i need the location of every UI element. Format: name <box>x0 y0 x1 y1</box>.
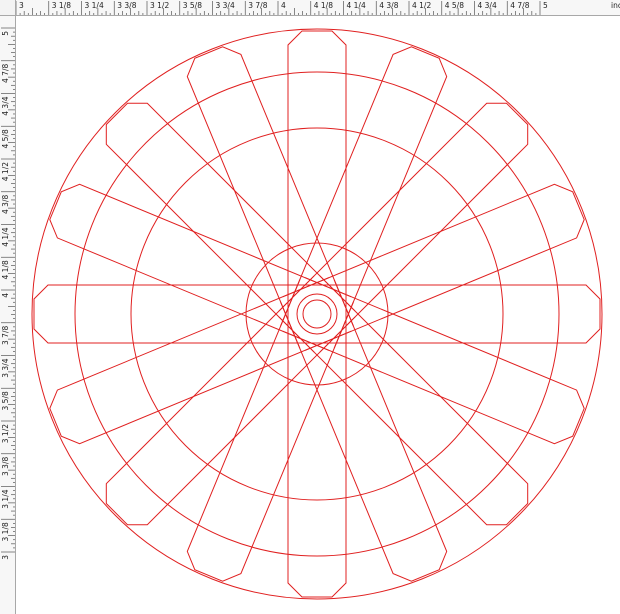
ruler-label: 4 1/8 <box>314 1 333 10</box>
ruler-label: 4 1/8 <box>1 260 10 279</box>
drawing-canvas[interactable] <box>16 16 620 614</box>
ruler-label: 4 7/8 <box>1 64 10 83</box>
ruler-label: 4 3/8 <box>1 195 10 214</box>
spoke-bar[interactable] <box>282 277 585 445</box>
ruler-label: 4 5/8 <box>1 129 10 148</box>
spoke-bar[interactable] <box>278 102 529 353</box>
spoke-bar[interactable] <box>280 279 448 582</box>
ruler-label: 4 3/4 <box>1 96 10 115</box>
ruler-label: 3 1/8 <box>52 1 71 10</box>
spoke-bar[interactable] <box>49 183 352 351</box>
ruler-label: 4 <box>1 293 10 298</box>
ruler-label: 5 <box>1 31 10 36</box>
ruler-label: 4 1/2 <box>412 1 431 10</box>
ruler-label: 3 7/8 <box>248 1 267 10</box>
ruler-label: 3 1/2 <box>150 1 169 10</box>
ruler-label: 3 1/4 <box>85 1 104 10</box>
ruler-label: 3 <box>19 1 24 10</box>
ruler-label: 3 1/4 <box>1 489 10 508</box>
horizontal-ruler-scale: 3 3 1/8 3 1/4 3 3/8 3 1/2 3 5/8 3 3/4 3 7/8 4 4 1… <box>16 1 620 15</box>
ruler-label: 3 1/8 <box>1 522 10 541</box>
axle-circle-inner[interactable] <box>302 299 332 329</box>
ruler-corner <box>0 0 16 16</box>
spoke-bar[interactable] <box>105 102 356 353</box>
rim-circle[interactable] <box>74 71 560 557</box>
wheel-drawing[interactable] <box>16 16 620 614</box>
vertical-ruler-scale: 5 4 7/8 4 3/4 4 5/8 4 1/2 4 3/8 4 1/4 4 1/8 4 3 7… <box>1 27 15 560</box>
ruler-label: 3 7/8 <box>1 326 10 345</box>
vertical-ruler[interactable]: 5 4 7/8 4 3/4 4 5/8 4 1/2 4 3/8 4 1/4 4 1/8 4 3 7… <box>0 16 16 614</box>
middle-circle[interactable] <box>130 127 504 501</box>
ruler-label: 4 1/4 <box>1 227 10 246</box>
spoke-bar[interactable] <box>186 46 354 349</box>
ruler-label: 5 <box>543 1 548 10</box>
spoke-bar[interactable] <box>49 277 352 445</box>
spoke-bar[interactable] <box>278 275 529 526</box>
ruler-label: 4 3/8 <box>379 1 398 10</box>
spoke-bar[interactable] <box>282 183 585 351</box>
ruler-label: 3 3/8 <box>117 1 136 10</box>
ruler-label: 4 7/8 <box>510 1 529 10</box>
ruler-label: 3 3/4 <box>1 358 10 377</box>
horizontal-ruler[interactable]: 3 3 1/8 3 1/4 3 3/8 3 1/2 3 5/8 3 3/4 3 7/8 4 4 1… <box>16 0 620 16</box>
ruler-label: 3 5/8 <box>1 391 10 410</box>
ruler-label: 3 5/8 <box>183 1 202 10</box>
ruler-unit-label: inches <box>611 1 620 10</box>
spoke-bar[interactable] <box>280 46 448 349</box>
ruler-label: 4 5/8 <box>445 1 464 10</box>
ruler-label: 4 3/4 <box>478 1 497 10</box>
ruler-label: 4 1/2 <box>1 162 10 181</box>
spoke-bar[interactable] <box>186 279 354 582</box>
ruler-label: 3 <box>1 555 10 560</box>
spoke-bar[interactable] <box>105 275 356 526</box>
ruler-label: 4 <box>281 1 286 10</box>
hub-circle[interactable] <box>245 242 389 386</box>
ruler-label: 3 3/8 <box>1 457 10 476</box>
ruler-label: 4 1/4 <box>347 1 366 10</box>
ruler-label: 3 3/4 <box>216 1 235 10</box>
ruler-label: 3 1/2 <box>1 424 10 443</box>
outer-rim-circle[interactable] <box>31 28 603 600</box>
